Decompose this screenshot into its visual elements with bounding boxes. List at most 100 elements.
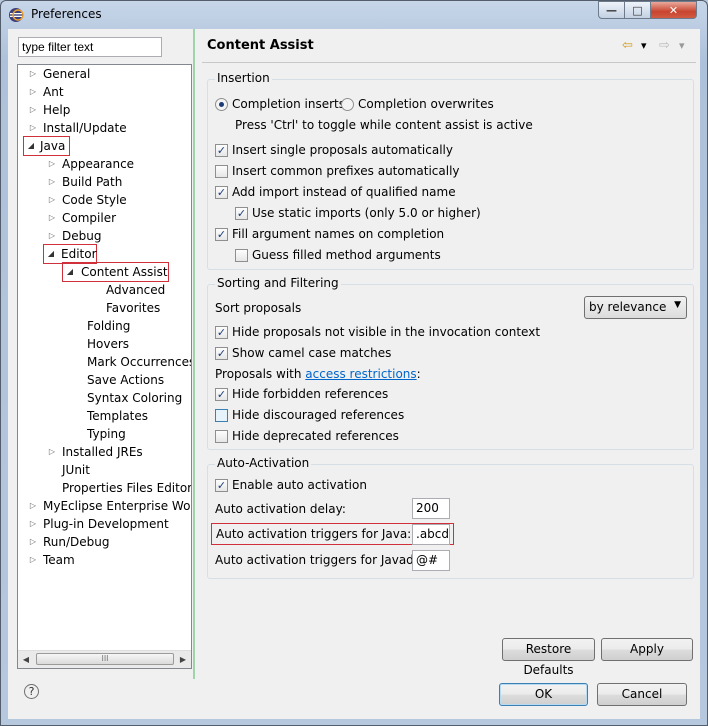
eclipse-icon — [9, 8, 24, 22]
tree-item-label: Mark Occurrences — [87, 355, 192, 369]
checkbox-label: Fill argument names on completion — [232, 227, 445, 241]
tree-item-label: Installed JREs — [62, 445, 143, 459]
panel-divider[interactable] — [193, 29, 195, 679]
tree-item-java[interactable]: ◢ Java — [23, 136, 70, 156]
checkbox-checked-icon[interactable]: ✓ — [215, 228, 228, 241]
expand-arrow-icon[interactable]: ▷ — [28, 83, 38, 101]
checkbox-label: Guess filled method arguments — [252, 248, 441, 262]
expand-arrow-icon[interactable]: ▷ — [28, 101, 38, 119]
tree-item-label: Help — [43, 103, 71, 117]
checkbox-unchecked-icon[interactable] — [215, 409, 228, 422]
expand-arrow-icon[interactable]: ▷ — [28, 119, 38, 137]
view-menu-icon[interactable]: ▾ — [679, 37, 685, 55]
maximize-button[interactable]: □ — [624, 1, 651, 19]
proposals-with-text: Proposals with — [215, 367, 302, 381]
checkbox-label: Enable auto activation — [232, 478, 367, 492]
radio-unselected-icon[interactable] — [341, 98, 354, 111]
javadoc-triggers-input[interactable]: @# — [412, 550, 450, 571]
expand-arrow-icon[interactable]: ▷ — [28, 551, 38, 569]
tree-item-label: Hovers — [87, 337, 130, 351]
select-value: by relevance — [589, 300, 667, 314]
tree-item-label: Team — [43, 553, 75, 567]
checkbox-checked-icon[interactable]: ✓ — [215, 186, 228, 199]
proposals-with-line: Proposals with access restrictions: — [215, 365, 421, 383]
java-triggers-input[interactable]: .abcdefghijklmnopqrstuvwxyz — [412, 524, 450, 545]
delay-label: Auto activation delay: — [215, 502, 346, 516]
checkbox-checked-icon[interactable]: ✓ — [235, 207, 248, 220]
radio-label: Completion inserts — [232, 97, 346, 111]
javadoc-triggers-label: Auto activation triggers for Javadoc: — [215, 553, 432, 567]
radio-selected-icon[interactable] — [215, 98, 228, 111]
checkbox-label: Hide deprecated references — [232, 429, 399, 443]
tree-item-label: Folding — [87, 319, 131, 333]
help-icon[interactable]: ? — [24, 684, 39, 699]
expand-arrow-icon[interactable]: ▷ — [47, 173, 57, 191]
title-bar[interactable]: Preferences — □ ✕ — [1, 1, 707, 27]
checkbox-checked-icon[interactable]: ✓ — [215, 144, 228, 157]
dialog-body: ▷ General ▷ Ant ▷ Help ▷ Install/Update ◢ Jav… — [8, 29, 700, 719]
toggle-hint: Press 'Ctrl' to toggle while content ass… — [235, 118, 533, 132]
delay-input[interactable]: 200 — [412, 498, 450, 519]
scroll-thumb[interactable]: III — [36, 653, 174, 665]
sorting-heading: Sorting and Filtering — [215, 276, 341, 290]
dropdown-arrow-icon[interactable]: ▼ — [674, 300, 681, 310]
tree-item-label: Code Style — [62, 193, 127, 207]
tree-item-label: Plug-in Development — [43, 517, 169, 531]
window-title: Preferences — [31, 7, 102, 21]
checkbox-label: Hide proposals not visible in the invoca… — [232, 325, 541, 339]
back-menu-icon[interactable]: ▾ — [641, 37, 647, 55]
sort-proposals-select[interactable]: by relevance ▼ — [584, 296, 687, 319]
tree-item-label: General — [43, 67, 91, 81]
preferences-window: Preferences — □ ✕ ▷ General ▷ Ant ▷ Help ▷ I… — [0, 0, 708, 726]
filter-input[interactable] — [18, 37, 162, 57]
tree-item-label: MyEclipse Enterprise Workbe — [43, 499, 191, 513]
close-button[interactable]: ✕ — [650, 1, 697, 19]
expand-arrow-icon[interactable]: ▷ — [47, 227, 57, 245]
tree-item-content-assist[interactable]: ◢ Content Assist — [62, 262, 169, 282]
auto-activation-heading: Auto-Activation — [215, 456, 312, 470]
cancel-button[interactable]: Cancel — [597, 683, 687, 706]
colon-text: : — [416, 367, 421, 381]
apply-button[interactable]: Apply — [601, 638, 693, 661]
expand-arrow-icon[interactable]: ▷ — [47, 209, 57, 227]
tree-item-label: Save Actions — [87, 373, 165, 387]
page-title: Content Assist — [207, 38, 314, 53]
expand-arrow-icon[interactable]: ▷ — [47, 191, 57, 209]
sort-proposals-label: Sort proposals — [215, 301, 302, 315]
tree-item-label: Install/Update — [43, 121, 127, 135]
horizontal-scrollbar[interactable]: ◀ III ▶ — [18, 650, 191, 668]
checkbox-checked-icon[interactable]: ✓ — [215, 479, 228, 492]
back-icon[interactable]: ⇦ — [622, 37, 633, 55]
forward-icon[interactable]: ⇨ — [659, 37, 670, 55]
collapse-arrow-icon[interactable]: ◢ — [46, 245, 56, 263]
radio-label: Completion overwrites — [358, 97, 494, 111]
collapse-arrow-icon[interactable]: ◢ — [26, 137, 36, 155]
checkbox-checked-icon[interactable]: ✓ — [215, 326, 228, 339]
scroll-left-icon[interactable]: ◀ — [18, 651, 34, 668]
scroll-right-icon[interactable]: ▶ — [175, 651, 191, 668]
expand-arrow-icon[interactable]: ▷ — [47, 443, 57, 461]
checkbox-checked-icon[interactable]: ✓ — [215, 388, 228, 401]
checkbox-label: Hide discouraged references — [232, 408, 405, 422]
checkbox-label: Show camel case matches — [232, 346, 392, 360]
checkbox-label: Add import instead of qualified name — [232, 185, 456, 199]
checkbox-checked-icon[interactable]: ✓ — [215, 347, 228, 360]
expand-arrow-icon[interactable]: ▷ — [28, 515, 38, 533]
expand-arrow-icon[interactable]: ▷ — [28, 497, 38, 515]
tree-item-editor[interactable]: ◢ Editor — [43, 244, 97, 264]
tree-item-label: Templates — [87, 409, 149, 423]
collapse-arrow-icon[interactable]: ◢ — [65, 263, 75, 281]
checkbox-unchecked-icon[interactable] — [215, 165, 228, 178]
tree-item-label: Advanced — [106, 283, 166, 297]
restore-defaults-button[interactable]: Restore Defaults — [502, 638, 595, 677]
checkbox-unchecked-icon[interactable] — [235, 249, 248, 262]
ok-button[interactable]: OK — [499, 683, 588, 706]
header-separator — [202, 62, 696, 63]
expand-arrow-icon[interactable]: ▷ — [47, 155, 57, 173]
checkbox-unchecked-icon[interactable] — [215, 430, 228, 443]
java-triggers-label: Auto activation triggers for Java: — [216, 527, 412, 541]
expand-arrow-icon[interactable]: ▷ — [28, 65, 38, 83]
minimize-button[interactable]: — — [598, 1, 625, 19]
expand-arrow-icon[interactable]: ▷ — [28, 533, 38, 551]
access-restrictions-link[interactable]: access restrictions — [305, 367, 416, 381]
